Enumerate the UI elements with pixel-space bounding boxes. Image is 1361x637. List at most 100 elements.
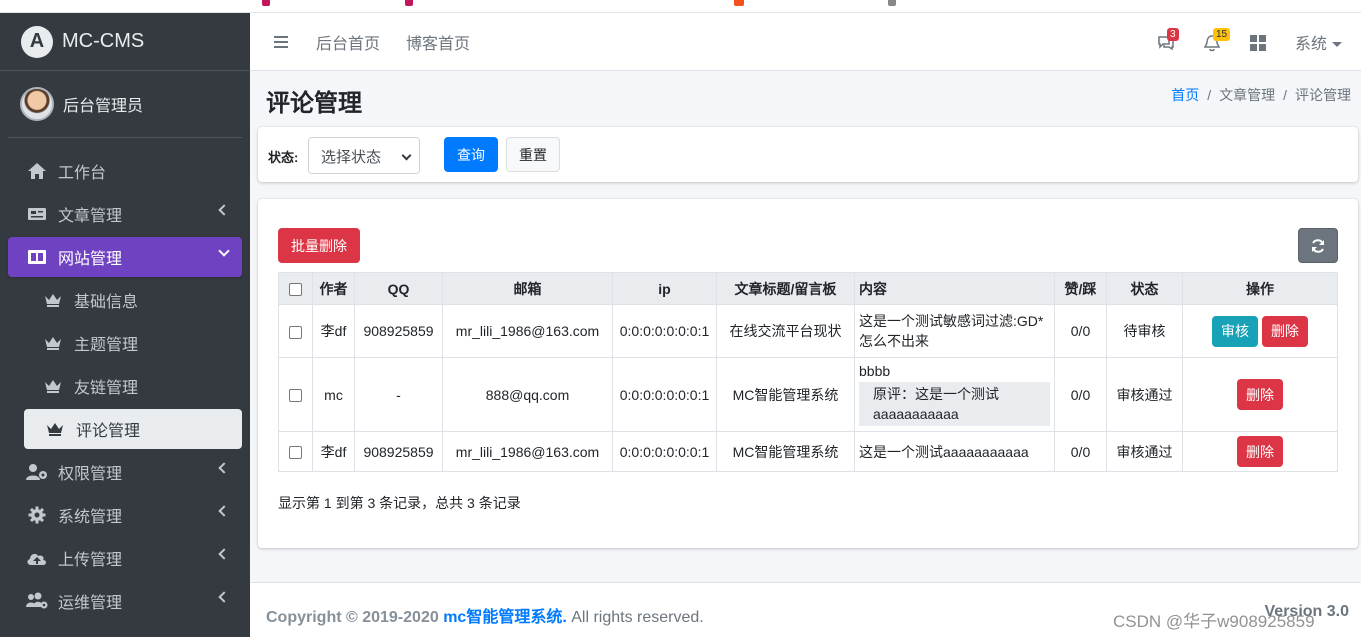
column-header: 操作: [1182, 272, 1338, 305]
chevron-down-icon: [401, 150, 412, 161]
breadcrumb-current: 评论管理: [1295, 87, 1351, 103]
column-header[interactable]: QQ: [354, 272, 443, 305]
table-row: 李df 908925859 mr_lili_1986@163.com 0:0:0…: [278, 431, 1338, 472]
sidebar-item-website[interactable]: 网站管理: [8, 237, 242, 277]
user-panel[interactable]: 后台管理员: [8, 71, 242, 138]
content-cell: 这是一个测试敏感词过滤:GD* 怎么不出来: [854, 304, 1055, 358]
author-cell: 李df: [312, 304, 355, 358]
sidebar-item-label: 系统管理: [58, 509, 123, 526]
messages-button[interactable]: 3: [1157, 28, 1179, 52]
chevron-left-icon: [218, 505, 230, 517]
select-all-checkbox[interactable]: [289, 283, 302, 297]
sidebar-item-label: 运维管理: [58, 595, 123, 612]
delete-button[interactable]: 删除: [1261, 315, 1308, 347]
page-title: 评论管理: [266, 90, 362, 117]
comments-table: 作者 QQ 邮箱 ip 文章标题/留言板 内容 赞/踩 状态 操作 李df 90…: [278, 272, 1338, 472]
nav-link-admin-home[interactable]: 后台首页: [316, 30, 380, 54]
breadcrumb-home[interactable]: 首页: [1171, 87, 1199, 103]
qq-cell: 908925859: [354, 304, 443, 358]
sidebar-item-system[interactable]: 系统管理: [8, 495, 242, 535]
column-header[interactable]: 赞/踩: [1054, 272, 1107, 305]
messages-badge: 3: [1166, 28, 1179, 41]
sidebar: A MC-CMS 后台管理员 工作台 文章管理 网站管理 基础信息 主题管理 友…: [0, 13, 250, 637]
ip-cell: 0:0:0:0:0:0:0:1: [612, 304, 717, 358]
comments-card: 批量删除 作者 QQ 邮箱 ip 文章标题/留言板 内容 赞/踩 状态 操作 李…: [258, 199, 1358, 548]
sidebar-item-themes[interactable]: 主题管理: [8, 323, 242, 363]
refresh-button[interactable]: [1298, 228, 1338, 263]
row-checkbox[interactable]: [289, 446, 302, 460]
row-select-cell: [278, 304, 313, 358]
column-header[interactable]: 邮箱: [442, 272, 613, 305]
delete-button[interactable]: 删除: [1237, 379, 1283, 410]
qq-cell: -: [354, 357, 443, 432]
sidebar-item-label: 基础信息: [74, 294, 139, 311]
filter-card: 状态: 选择状态 查询 重置: [258, 127, 1358, 182]
reset-button[interactable]: 重置: [506, 137, 560, 172]
column-header[interactable]: 状态: [1106, 272, 1183, 305]
sidebar-item-label: 工作台: [58, 165, 107, 182]
footer-brand-link[interactable]: mc智能管理系统.: [443, 609, 567, 626]
navbar-right: 3 15 系统: [1157, 13, 1361, 71]
menu-toggle-icon[interactable]: [274, 35, 290, 48]
article-cell: MC智能管理系统: [716, 357, 855, 432]
column-header[interactable]: 作者: [312, 272, 355, 305]
actions-cell: 审核 删除: [1182, 304, 1338, 358]
refresh-icon: [1312, 238, 1324, 253]
status-cell: 审核通过: [1106, 431, 1183, 472]
status-select[interactable]: 选择状态: [308, 137, 420, 174]
system-dropdown[interactable]: 系统: [1295, 30, 1342, 54]
query-button[interactable]: 查询: [444, 137, 498, 172]
status-filter-label: 状态:: [268, 150, 299, 165]
avatar: [20, 87, 54, 121]
votes-cell: 0/0: [1054, 357, 1107, 432]
votes-cell: 0/0: [1054, 304, 1107, 358]
chevron-down-icon: [218, 245, 230, 257]
notifications-button[interactable]: 15: [1203, 28, 1231, 52]
users-cog-icon: [26, 592, 48, 610]
home-icon: [26, 162, 48, 180]
row-checkbox[interactable]: [289, 325, 302, 339]
copyright-text: Copyright © 2019-2020: [266, 609, 439, 626]
sidebar-item-comments[interactable]: 评论管理: [24, 409, 242, 449]
chevron-left-icon: [218, 462, 230, 474]
nav-link-blog-home[interactable]: 博客首页: [406, 30, 470, 54]
sidebar-nav: 工作台 文章管理 网站管理 基础信息 主题管理 友链管理 评论管理 权限管理 系…: [0, 138, 250, 621]
apps-grid-button[interactable]: [1249, 32, 1269, 52]
sidebar-item-dashboard[interactable]: 工作台: [8, 151, 242, 191]
notifications-badge: 15: [1212, 28, 1231, 41]
select-all-cell: [278, 272, 313, 305]
sidebar-item-links[interactable]: 友链管理: [8, 366, 242, 406]
watermark: CSDN @华子w908925859: [1113, 612, 1315, 631]
table-row: mc - 888@qq.com 0:0:0:0:0:0:0:1 MC智能管理系统…: [278, 357, 1338, 432]
copyright: Copyright © 2019-2020 mc智能管理系统. All righ…: [266, 603, 704, 627]
sidebar-item-label: 友链管理: [74, 380, 139, 397]
breadcrumb-separator: /: [1207, 87, 1212, 103]
content-cell: bbbb 原评：这是一个测试aaaaaaaaaaa: [854, 357, 1055, 432]
article-cell: 在线交流平台现状: [716, 304, 855, 358]
sidebar-item-permissions[interactable]: 权限管理: [8, 452, 242, 492]
pagination-summary: 显示第 1 到第 3 条记录，总共 3 条记录: [278, 495, 521, 511]
brand[interactable]: A MC-CMS: [0, 13, 250, 71]
email-cell: mr_lili_1986@163.com: [442, 304, 613, 358]
bulk-delete-button[interactable]: 批量删除: [278, 228, 360, 263]
content-cell: 这是一个测试aaaaaaaaaaa: [854, 431, 1055, 472]
sidebar-item-ops[interactable]: 运维管理: [8, 581, 242, 621]
column-header[interactable]: ip: [612, 272, 717, 305]
delete-button[interactable]: 删除: [1237, 436, 1283, 467]
brand-name: MC-CMS: [62, 30, 145, 52]
votes-cell: 0/0: [1054, 431, 1107, 472]
quoted-comment: 原评：这是一个测试aaaaaaaaaaa: [859, 382, 1050, 426]
crown-icon: [44, 420, 66, 438]
ip-cell: 0:0:0:0:0:0:0:1: [612, 431, 717, 472]
column-header[interactable]: 内容: [854, 272, 1055, 305]
brand-logo-icon: A: [21, 25, 53, 58]
column-header[interactable]: 文章标题/留言板: [716, 272, 855, 305]
sidebar-item-uploads[interactable]: 上传管理: [8, 538, 242, 578]
sidebar-item-basic-info[interactable]: 基础信息: [8, 280, 242, 320]
sidebar-item-articles[interactable]: 文章管理: [8, 194, 242, 234]
breadcrumb-section: 文章管理: [1219, 87, 1276, 103]
row-checkbox[interactable]: [289, 389, 302, 403]
approve-button[interactable]: 审核: [1212, 315, 1259, 347]
caret-down-icon: [1332, 42, 1342, 48]
author-cell: 李df: [312, 431, 355, 472]
